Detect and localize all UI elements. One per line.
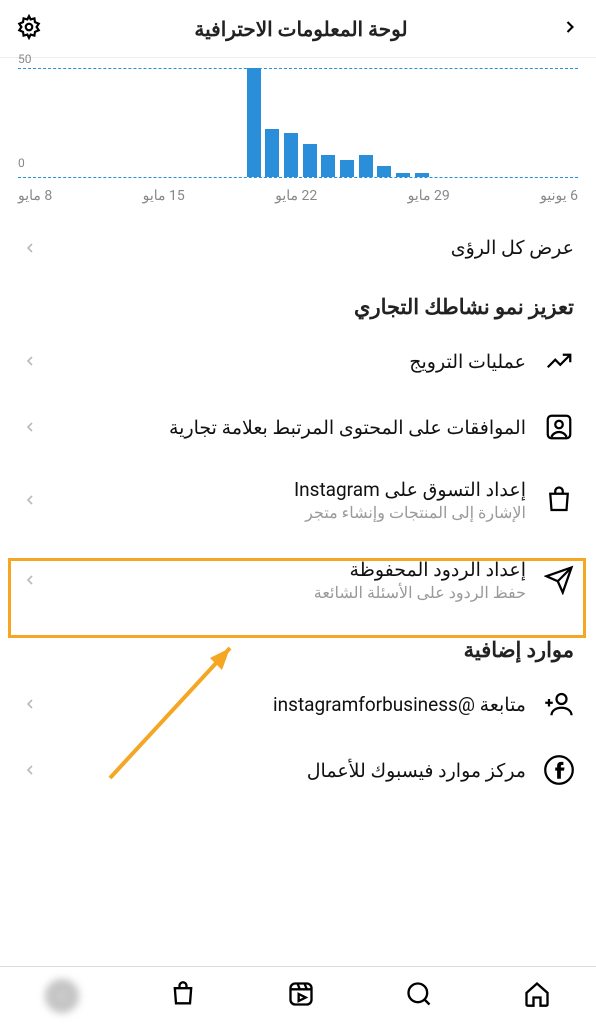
chart-bar (415, 173, 429, 177)
settings-button[interactable] (16, 14, 42, 44)
grow-section-title: تعزيز نمو نشاطك التجاري (0, 277, 596, 328)
chevron-left-icon (22, 353, 38, 369)
nav-profile[interactable] (45, 979, 79, 1013)
trend-icon (544, 346, 574, 376)
chevron-left-icon (22, 492, 38, 508)
grow-item-1[interactable]: الموافقات على المحتوى المرتبط بعلامة تجا… (0, 394, 596, 460)
chart-bar (284, 133, 298, 177)
chart-bar (396, 173, 410, 177)
grow-item-0[interactable]: عمليات الترويج (0, 328, 596, 394)
item-title: متابعة @instagramforbusiness (273, 693, 526, 716)
chart-y-tick-top: 50 (18, 52, 32, 66)
chart-bar (340, 160, 354, 177)
chevron-left-icon (22, 572, 38, 588)
back-button[interactable] (560, 17, 580, 41)
chart-bar (377, 166, 391, 177)
chart-canvas (18, 68, 578, 178)
item-title: إعداد الردود المحفوظة (314, 558, 526, 581)
send-icon (544, 565, 574, 595)
chart-bar (265, 129, 279, 177)
chart-x-label: 29 مايو (408, 188, 450, 204)
nav-reels[interactable] (287, 980, 315, 1012)
resource-item-0[interactable]: متابعة @instagramforbusiness (0, 671, 596, 737)
chart-x-label: 22 مايو (275, 188, 317, 204)
grow-item-2[interactable]: إعداد التسوق على Instagram الإشارة إلى ا… (0, 460, 596, 540)
insights-chart: 50 0 6 يونيو 29 مايو 22 مايو 15 مايو 8 م… (0, 58, 596, 218)
item-subtitle: الإشارة إلى المنتجات وإنشاء متجر (294, 503, 526, 522)
item-subtitle: حفظ الردود على الأسئلة الشائعة (314, 583, 526, 602)
item-title: الموافقات على المحتوى المرتبط بعلامة تجا… (169, 416, 526, 439)
profile-avatar (45, 979, 79, 1013)
facebook-icon (544, 755, 574, 785)
chart-x-label: 6 يونيو (540, 188, 578, 204)
nav-home[interactable] (523, 980, 551, 1012)
shop-icon (544, 485, 574, 515)
resource-item-1[interactable]: مركز موارد فيسبوك للأعمال (0, 737, 596, 803)
chart-x-label: 15 مايو (143, 188, 185, 204)
chart-bar (321, 155, 335, 177)
nav-shop[interactable] (169, 980, 197, 1012)
follow-icon (544, 689, 574, 719)
link-label: عرض كل الرؤى (451, 236, 574, 259)
chart-x-axis: 6 يونيو 29 مايو 22 مايو 15 مايو 8 مايو (18, 178, 578, 218)
resources-section-title: موارد إضافية (0, 620, 596, 671)
grow-item-3[interactable]: إعداد الردود المحفوظة حفظ الردود على الأ… (0, 540, 596, 620)
chevron-left-icon (22, 240, 38, 256)
nav-search[interactable] (405, 980, 433, 1012)
chevron-left-icon (22, 696, 38, 712)
chart-bar (303, 144, 317, 177)
header: لوحة المعلومات الاحترافية (0, 0, 596, 58)
chart-bar (359, 155, 373, 177)
chevron-left-icon (22, 762, 38, 778)
chart-x-label: 8 مايو (18, 188, 52, 204)
item-title: مركز موارد فيسبوك للأعمال (307, 759, 526, 782)
chart-bar (247, 68, 261, 177)
bottom-nav (0, 966, 596, 1024)
item-title: إعداد التسوق على Instagram (294, 478, 526, 501)
view-all-insights-link[interactable]: عرض كل الرؤى (0, 218, 596, 277)
page-title: لوحة المعلومات الاحترافية (194, 17, 407, 41)
profile-box-icon (544, 412, 574, 442)
item-title: عمليات الترويج (409, 350, 526, 373)
chevron-left-icon (22, 419, 38, 435)
